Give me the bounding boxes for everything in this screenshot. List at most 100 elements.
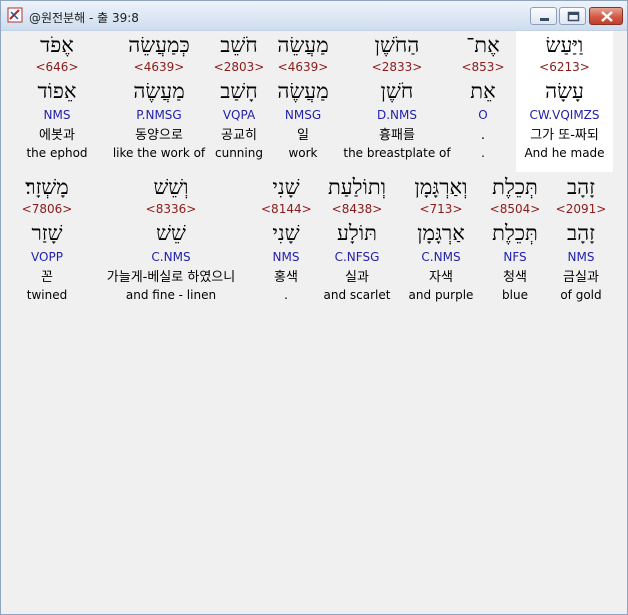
interlinear-view[interactable]: אֶפֹד <646> אֵפוֹד NMS 에봇과 the ephod כְּ… [9, 31, 621, 608]
strong-number: <6213> [539, 60, 590, 74]
parsing-code: O [478, 108, 488, 122]
parsing-code: C.NFSG [334, 250, 380, 264]
strong-number: <8144> [261, 202, 312, 216]
parsing-code: VQPA [222, 108, 256, 122]
hebrew-text: וְשֵׁשׁ [153, 175, 189, 199]
english-gloss: . [284, 288, 288, 302]
maximize-icon [567, 11, 580, 22]
english-gloss: blue [502, 288, 528, 302]
word-1-3[interactable]: חֹשֵׁב <2803> חָשַׁב VQPA 공교히 cunning [211, 35, 267, 165]
minimize-icon [540, 18, 549, 21]
parsing-code: NMS [43, 108, 71, 122]
hebrew-text: הַחֹשֶׁן [374, 33, 420, 57]
word-2-6[interactable]: תְּכֵלֶת <8504> תְּכֵלֶת NFS 청색 blue [487, 177, 543, 307]
word-1-4[interactable]: מַעֲשֵׂה <4639> מַעֲשֶׂה NMSG 일 work [271, 35, 335, 165]
strong-number: <8336> [145, 202, 197, 216]
korean-gloss: 홍색 [274, 270, 298, 285]
word-1-1[interactable]: אֶפֹד <646> אֵפוֹד NMS 에봇과 the ephod [17, 35, 97, 165]
parsing-code: CW.VQIMZS [529, 108, 600, 122]
hebrew-lemma: מַעֲשֶׂה [133, 79, 185, 103]
maximize-button[interactable] [559, 7, 586, 25]
english-gloss: and fine - linen [125, 288, 217, 302]
close-button[interactable] [589, 7, 623, 25]
strong-number: <646> [35, 60, 79, 74]
word-2-3[interactable]: שָׁנִי <8144> שָׁנִי NMS 홍색 . [261, 175, 312, 307]
hebrew-lemma: שָׁזַר [31, 221, 63, 245]
english-gloss: and scarlet [323, 288, 391, 302]
parsing-code: C.NMS [151, 250, 191, 264]
hebrew-text: שָׁנִי [272, 175, 300, 199]
korean-gloss: 공교히 [221, 128, 257, 143]
english-gloss: work [288, 146, 318, 160]
word-1-5[interactable]: הַחֹשֶׁן <2833> חֹשֶׁן D.NMS 흉패를 the bre… [341, 35, 453, 165]
hebrew-text: וְתוֹלַעַת [327, 175, 387, 199]
hebrew-lemma: אֵפוֹד [37, 79, 77, 103]
hebrew-text: זָהָב [566, 175, 596, 199]
korean-gloss: 동양으로 [135, 128, 183, 143]
strong-number: <8438> [331, 202, 383, 216]
parsing-code: C.NMS [421, 250, 461, 264]
korean-gloss: 흉패를 [379, 128, 415, 143]
strong-number: <853> [461, 60, 505, 74]
strong-number: <713> [419, 202, 463, 216]
english-gloss: and purple [408, 288, 474, 302]
korean-gloss: 그가 또-짜되 [530, 128, 599, 143]
minimize-button[interactable] [530, 7, 557, 25]
hebrew-text: אֶת־ [466, 33, 500, 57]
english-gloss: the breastplate of [343, 146, 451, 160]
word-2-4[interactable]: וְתוֹלַעַת <8438> תּוֹלָע C.NFSG 실과 and … [319, 177, 395, 307]
hebrew-text: אֶפֹד [40, 33, 74, 57]
word-2-7[interactable]: זָהָב <2091> זָהָב NMS 금실과 of gold [551, 177, 611, 307]
strong-number: <7806> [21, 202, 73, 216]
hebrew-lemma: תּוֹלָע [337, 221, 377, 245]
hebrew-text: מָשְׁזָר׃ [25, 175, 69, 199]
hebrew-lemma: תְּכֵלֶת [492, 221, 538, 245]
parsing-code: D.NMS [376, 108, 417, 122]
korean-gloss: 실과 [345, 270, 369, 285]
hebrew-text: תְּכֵלֶת [492, 175, 538, 199]
hebrew-lemma: חֹשֶׁן [380, 79, 414, 103]
app-window: @원전분해 - 출 39:8 אֶפֹד <646> אֵפוֹד NMS 에봇… [0, 0, 628, 615]
hebrew-text: כְּמַעֲשֵׂה [128, 33, 190, 57]
strong-number: <2803> [213, 60, 265, 74]
hebrew-lemma: חָשַׁב [220, 79, 258, 103]
hebrew-lemma: עָשָׂה [545, 79, 584, 103]
window-title: @원전분해 - 출 39:8 [29, 11, 139, 25]
close-icon [601, 11, 613, 22]
title-bar[interactable]: @원전분해 - 출 39:8 [1, 1, 627, 31]
korean-gloss: 일 [297, 128, 309, 143]
word-1-2[interactable]: כְּמַעֲשֵׂה <4639> מַעֲשֶׂה P.NMSG 동양으로 … [107, 35, 211, 165]
hebrew-text: וְאַרְגָּמָן [414, 175, 468, 199]
korean-gloss: 금실과 [563, 270, 599, 285]
strong-number: <2833> [371, 60, 423, 74]
korean-gloss: . [480, 128, 486, 143]
word-2-1[interactable]: מָשְׁזָר׃ <7806> שָׁזַר VOPP 꼰 twined [11, 177, 83, 307]
korean-gloss: 가늘게-베실로 하였으니 [106, 270, 236, 285]
hebrew-lemma: שֵׁשׁ [156, 221, 186, 245]
english-gloss: And he made [524, 146, 605, 160]
parsing-code: VOPP [31, 250, 63, 264]
english-gloss: twined [26, 288, 68, 302]
hebrew-lemma: אֵת [470, 79, 496, 103]
app-icon [7, 7, 23, 23]
strong-number: <4639> [133, 60, 185, 74]
korean-gloss: 자색 [429, 270, 453, 285]
hebrew-text: מַעֲשֵׂה [277, 33, 329, 57]
hebrew-lemma: שָׁנִי [272, 221, 300, 245]
parsing-code: P.NMSG [136, 108, 182, 122]
korean-gloss: 청색 [503, 270, 527, 285]
hebrew-text: וַיַּעַשׂ [545, 33, 584, 57]
strong-number: <4639> [277, 60, 329, 74]
korean-gloss: 에봇과 [39, 128, 75, 143]
english-gloss: . [481, 146, 485, 160]
hebrew-lemma: אַרְגָּמָן [417, 221, 465, 245]
word-2-5[interactable]: וְאַרְגָּמָן <713> אַרְגָּמָן C.NMS 자색 a… [401, 177, 481, 307]
parsing-code: NMS [272, 250, 300, 264]
word-1-6[interactable]: אֶת־ <853> אֵת O . . [457, 35, 509, 165]
english-gloss: like the work of [112, 146, 206, 160]
hebrew-lemma: זָהָב [566, 221, 596, 245]
hebrew-lemma: מַעֲשֶׂה [277, 79, 329, 103]
korean-gloss: 꼰 [41, 270, 53, 285]
word-2-2[interactable]: וְשֵׁשׁ <8336> שֵׁשׁ C.NMS 가늘게-베실로 하였으니 … [91, 177, 251, 307]
word-1-7-selected[interactable]: וַיַּעַשׂ <6213> עָשָׂה CW.VQIMZS 그가 또-짜… [516, 35, 613, 165]
